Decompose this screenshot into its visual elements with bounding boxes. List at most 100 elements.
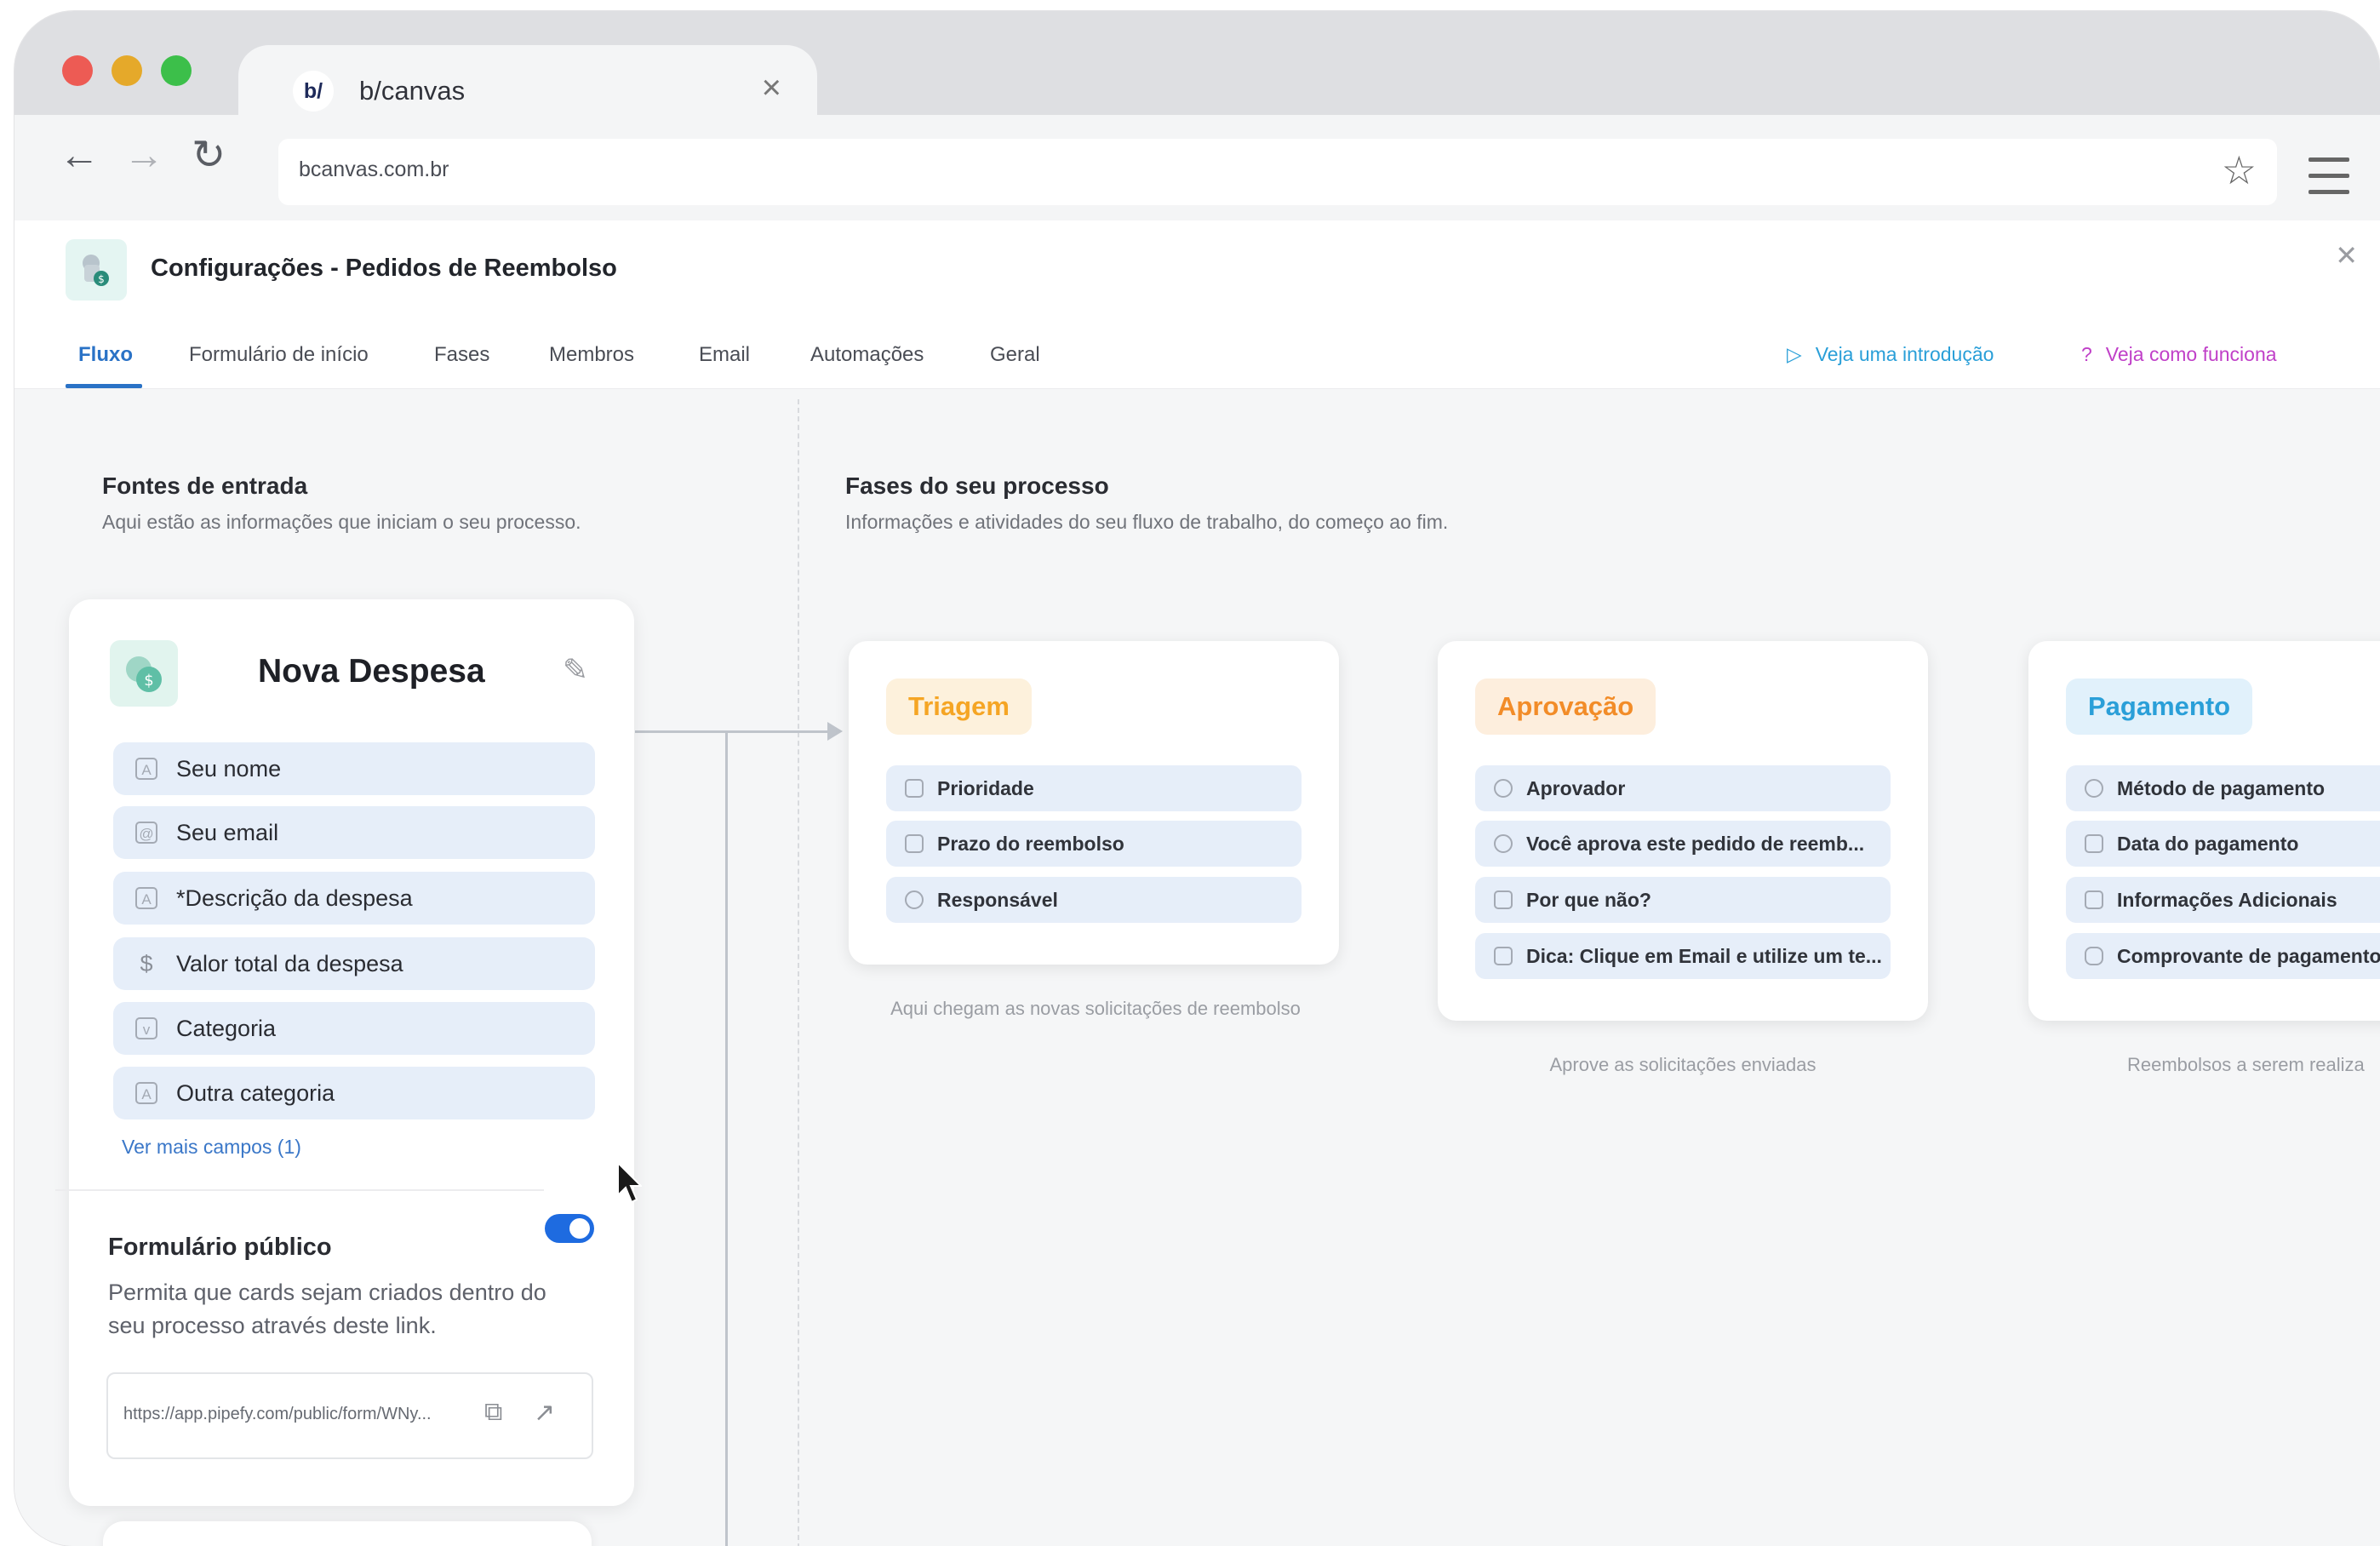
public-form-description: Permita que cards sejam criados dentro d…: [108, 1280, 546, 1338]
phases-title: Fases do seu processo: [845, 472, 1109, 499]
tab-fluxo[interactable]: Fluxo: [78, 343, 133, 367]
phase-caption: Reembolsos a serem realiza: [2127, 1054, 2365, 1075]
phase-field[interactable]: Você aprova este pedido de reemb...: [1475, 821, 1891, 867]
phase-card-aprovacao[interactable]: Aprovação Aprovador Você aprova este ped…: [1438, 641, 1928, 1021]
form-field-label: *Descrição da despesa: [176, 885, 413, 911]
forward-arrow-icon[interactable]: →: [123, 135, 164, 176]
phase-field[interactable]: Método de pagamento: [2066, 765, 2380, 811]
email-field-icon: @: [135, 822, 157, 844]
form-field[interactable]: $ Valor total da despesa: [113, 937, 595, 990]
app-header: $ Configurações - Pedidos de Reembolso ✕…: [14, 220, 2380, 389]
form-field-label: Categoria: [176, 1015, 277, 1041]
flow-connector: [635, 730, 831, 733]
toggle-knob: [569, 1218, 590, 1239]
radio-icon: [2085, 779, 2103, 798]
intro-link[interactable]: ▷ Veja uma introdução: [1787, 343, 1994, 366]
phase-field[interactable]: Comprovante de pagamento: [2066, 933, 2380, 979]
phase-field[interactable]: Aprovador: [1475, 765, 1891, 811]
svg-text:$: $: [98, 273, 105, 285]
phase-field[interactable]: Prioridade: [886, 765, 1302, 811]
phase-field[interactable]: Informações Adicionais: [2066, 877, 2380, 923]
text-field-icon: A: [135, 887, 157, 909]
priority-icon: [905, 779, 924, 798]
url-text: bcanvas.com.br: [299, 157, 449, 181]
public-form-title: Formulário público: [108, 1234, 332, 1261]
form-field[interactable]: A Seu nome: [113, 742, 595, 795]
app-content: $ Configurações - Pedidos de Reembolso ✕…: [14, 220, 2380, 1546]
phase-card-triagem[interactable]: Triagem Prioridade Prazo do reembolso Re…: [849, 641, 1339, 965]
form-field[interactable]: A *Descrição da despesa: [113, 872, 595, 925]
reimbursement-icon: $: [66, 239, 127, 301]
phase-field-label: Prioridade: [937, 776, 1034, 799]
form-field[interactable]: A Outra categoria: [113, 1067, 595, 1119]
tab-email[interactable]: Email: [699, 343, 750, 367]
public-link-field[interactable]: https://app.pipefy.com/public/form/WNy..…: [106, 1372, 593, 1459]
tab-fases[interactable]: Fases: [434, 343, 489, 367]
phase-card-pagamento[interactable]: Pagamento Método de pagamento Data do pa…: [2028, 641, 2380, 1021]
form-field-label: Outra categoria: [176, 1079, 335, 1106]
play-icon: ▷: [1787, 343, 1802, 365]
more-fields-link[interactable]: Ver mais campos (1): [122, 1136, 301, 1159]
phase-caption: Aprove as solicitações enviadas: [1549, 1054, 1816, 1075]
money-icon: $: [110, 640, 178, 707]
flow-connector-vertical: [725, 730, 728, 1546]
back-arrow-icon[interactable]: ←: [59, 135, 100, 176]
maximize-window-button[interactable]: [161, 55, 192, 86]
form-field-label: Valor total da despesa: [176, 950, 403, 976]
tab-title: b/canvas: [359, 76, 466, 106]
phase-field-label: Informações Adicionais: [2117, 888, 2337, 911]
phase-field[interactable]: Dica: Clique em Email e utilize um te...: [1475, 933, 1891, 979]
minimize-window-button[interactable]: [112, 55, 142, 86]
phase-field[interactable]: Responsável: [886, 877, 1302, 923]
intro-link-label: Veja uma introdução: [1815, 343, 1994, 365]
form-field[interactable]: @ Seu email: [113, 806, 595, 859]
phase-field-label: Data do pagamento: [2117, 832, 2299, 855]
close-window-button[interactable]: [62, 55, 93, 86]
tab-membros[interactable]: Membros: [549, 343, 634, 367]
phase-field-label: Por que não?: [1526, 888, 1651, 911]
phase-name: Pagamento: [2066, 679, 2253, 735]
phase-field-label: Prazo do reembolso: [937, 832, 1124, 855]
page-title: Configurações - Pedidos de Reembolso: [151, 255, 617, 282]
form-field-label: Seu nome: [176, 755, 282, 782]
section-divider: [798, 399, 799, 1546]
phase-field[interactable]: Prazo do reembolso: [886, 821, 1302, 867]
config-tabs: Fluxo Formulário de início Fases Membros…: [14, 340, 2380, 388]
phase-caption: Aqui chegam as novas solicitações de ree…: [890, 998, 1301, 1019]
browser-window: b/ b/canvas × ← → ↻ bcanvas.com.br ☆ $ C…: [14, 11, 2380, 1546]
calendar-icon: [2085, 834, 2103, 853]
browser-tab-strip: b/ b/canvas ×: [14, 11, 2380, 127]
long-text-icon: [2085, 890, 2103, 909]
phase-field-label: Comprovante de pagamento: [2117, 944, 2380, 967]
attachment-icon: [2085, 947, 2103, 965]
star-icon[interactable]: ☆: [2222, 147, 2257, 193]
external-link-icon[interactable]: ↗: [534, 1398, 555, 1428]
active-tab-indicator: [66, 384, 142, 388]
card-divider: [55, 1189, 544, 1191]
phase-field[interactable]: Data do pagamento: [2066, 821, 2380, 867]
form-card-title: Nova Despesa: [258, 653, 485, 690]
how-it-works-label: Veja como funciona: [2105, 343, 2277, 365]
how-it-works-link[interactable]: ? Veja como funciona: [2081, 343, 2277, 366]
phase-field[interactable]: Por que não?: [1475, 877, 1891, 923]
tab-geral[interactable]: Geral: [990, 343, 1040, 367]
close-icon[interactable]: ✕: [2335, 239, 2358, 272]
form-field[interactable]: v Categoria: [113, 1002, 595, 1055]
sources-title: Fontes de entrada: [102, 472, 308, 499]
reload-icon[interactable]: ↻: [192, 135, 226, 176]
radio-icon: [1494, 834, 1513, 853]
form-field-label: Seu email: [176, 819, 279, 845]
next-card-peek: [103, 1521, 592, 1546]
start-form-card[interactable]: $ Nova Despesa ✎ A Seu nome @ Seu email …: [69, 599, 634, 1506]
calendar-icon: [905, 834, 924, 853]
address-bar[interactable]: bcanvas.com.br ☆: [278, 139, 2277, 205]
tab-formulario-de-inicio[interactable]: Formulário de início: [189, 343, 369, 367]
pencil-icon[interactable]: ✎: [563, 652, 588, 688]
phase-field-label: Responsável: [937, 888, 1058, 911]
public-form-toggle[interactable]: [545, 1214, 594, 1243]
text-field-icon: A: [135, 758, 157, 780]
copy-icon[interactable]: ⧉: [484, 1398, 502, 1427]
tab-automacoes[interactable]: Automações: [810, 343, 924, 367]
hamburger-menu-icon[interactable]: [2308, 157, 2349, 206]
close-icon[interactable]: ×: [762, 71, 781, 105]
